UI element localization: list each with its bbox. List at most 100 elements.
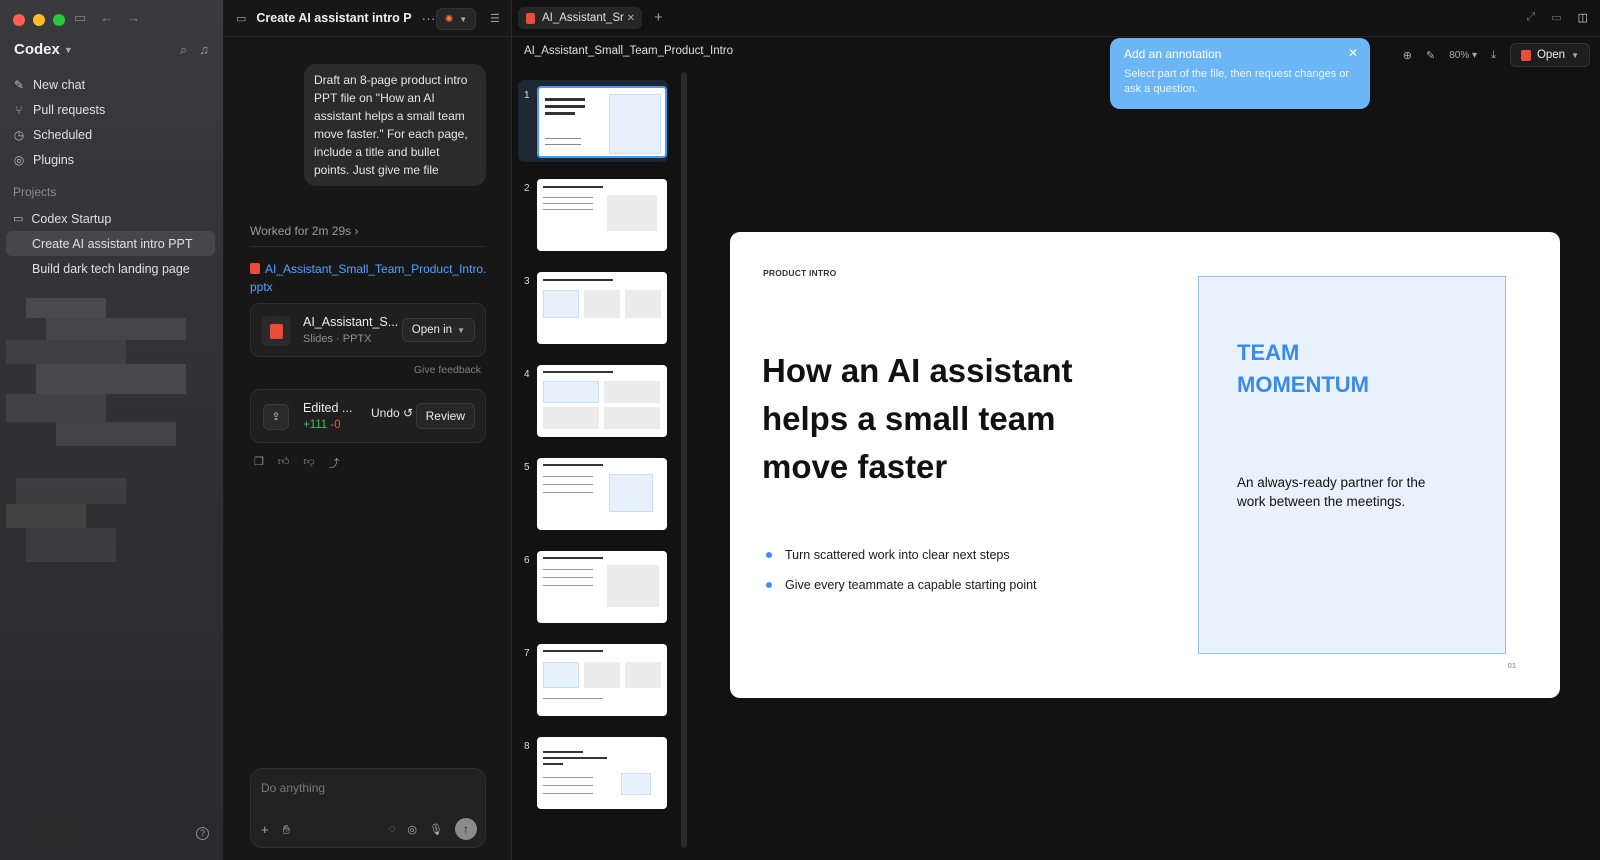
undo-button[interactable]: Undo ↺ [371,406,413,420]
redacted-area [6,298,186,568]
slide-page-number: 01 [1507,661,1516,670]
sidebar-item-new-chat[interactable]: ✎ New chat [6,72,215,97]
thumbnail-item[interactable]: 8 [518,731,668,813]
open-in-button[interactable]: Open in ▼ [401,318,475,342]
share-icon[interactable]: ⤴ [329,455,340,471]
project-folder[interactable]: ▭ Codex Startup [6,206,215,231]
projects-heading: Projects [13,185,57,199]
review-button[interactable]: Review [415,403,475,429]
file-icon [526,12,535,24]
slide-thumbnail [537,365,667,437]
thumbnail-item[interactable]: 3 [518,266,668,348]
slide-1[interactable]: PRODUCT INTRO How an AI assistant helps … [730,232,1560,698]
diff-stats: +111 -0 [303,419,341,431]
app-icon [1520,49,1531,61]
thumbs-down-icon[interactable]: 👎︎ [303,455,314,471]
workspace-switcher[interactable]: Codex ▼ [14,41,73,58]
minimize-window-button[interactable] [33,14,45,26]
more-options-icon[interactable]: ··· [422,10,436,26]
tooltip-body: Select part of the file, then request ch… [1124,68,1350,95]
help-icon[interactable]: ? [196,827,209,840]
bullet-item: Turn scattered work into clear next step… [766,540,1037,570]
zoom-window-button[interactable] [53,14,65,26]
send-button[interactable]: ↑ [455,818,477,840]
redacted-user [22,826,82,836]
bullet-item: Give every teammate a capable starting p… [766,570,1037,600]
thumbnail-item[interactable]: 5 [518,452,668,534]
sidebar-top-icons: ▭ ← → [74,10,140,26]
bullet-dot [766,582,772,588]
sidebar-item-pull-requests[interactable]: ⑂ Pull requests [6,97,215,122]
bullet-text: Give every teammate a capable starting p… [785,578,1037,592]
panel-icon[interactable]: ▭ [1551,11,1561,24]
add-icon[interactable]: + [261,822,269,838]
settings-icon[interactable]: ◎ [407,823,417,836]
forward-arrow-icon[interactable]: → [127,10,140,26]
thumbnails-scrollbar[interactable] [681,72,687,848]
copy-icon[interactable]: ❐ [254,455,264,471]
compose-icon: ✎ [13,77,25,92]
close-icon[interactable]: ✕ [1348,46,1358,60]
chat-panel: ▭ Create AI assistant intro P ··· ✺ ▼ ☰ D… [224,0,512,860]
split-view-icon[interactable]: ◫ [1578,11,1588,24]
pull-request-icon: ⑂ [15,102,23,117]
back-arrow-icon[interactable]: ← [100,10,113,26]
comment-icon[interactable]: ✎ [1426,49,1435,62]
file-link[interactable]: AI_Assistant_Small_Team_Product_Intro.pp… [250,260,490,296]
file-icon [250,263,260,274]
sidebar-item-scheduled[interactable]: ◷ Scheduled [6,122,215,147]
slide-thumbnail [537,272,667,344]
thumbnail-item[interactable]: 6 [518,545,668,627]
close-window-button[interactable] [13,14,25,26]
open-button[interactable]: Open ▼ [1509,43,1590,67]
annotation-tooltip: Add an annotation Select part of the fil… [1110,38,1370,109]
model-selector[interactable]: ✺ ▼ [436,8,476,30]
slide-thumbnail [537,86,667,158]
thumbnail-item[interactable]: 2 [518,173,668,255]
slide-thumbnail [537,179,667,251]
give-feedback-link[interactable]: Give feedback [414,364,481,376]
brand-name: Codex [14,41,60,58]
chat-title[interactable]: Create AI assistant intro P [256,11,411,25]
thumbnail-number: 8 [524,741,530,752]
composer-tools: + ✋︎ [261,822,290,838]
hand-icon[interactable]: ✋︎ [283,822,290,838]
edit-card: ⇪ Edited ... +111 -0 Undo ↺ Review [250,389,486,443]
expand-icon[interactable]: ⤢ [1526,11,1535,24]
bell-icon[interactable]: ♫ [199,42,209,58]
close-icon[interactable]: ✕ [627,13,635,24]
tab-file[interactable]: AI_Assistant_Sr ✕ [518,7,642,29]
search-icon[interactable]: ⌕ [180,42,187,58]
thumbnail-number: 4 [524,369,530,380]
sidebar-nav: ✎ New chat ⑂ Pull requests ◷ Scheduled ◎ Plu… [6,72,215,172]
thumbnail-item[interactable]: 4 [518,359,668,441]
file-card[interactable]: AI_Assistant_S... Slides · PPTX Open in ▼ [250,303,486,357]
tooltip-title: Add an annotation [1124,47,1222,61]
slide-canvas: PRODUCT INTRO How an AI assistant helps … [688,70,1600,860]
download-icon[interactable]: ⤓ [1491,49,1496,62]
thumbs-up-icon[interactable]: 👍︎ [278,455,290,471]
sidebar-item-plugins[interactable]: ◎ Plugins [6,147,215,172]
microphone-icon[interactable]: 🎙︎ [429,823,443,836]
model-icon: ✺ [444,13,454,25]
project-chat-item[interactable]: Create AI assistant intro PPT [6,231,215,256]
chevron-down-icon: ▼ [457,325,465,335]
thumbnail-item[interactable]: 1 [518,80,668,162]
composer[interactable]: Do anything + ✋︎ ◌ ◎ 🎙︎ ↑ [250,768,486,848]
composer-input[interactable]: Do anything [261,781,325,795]
thumbnail-item[interactable]: 7 [518,638,668,720]
slide-thumbnails: 1 2 3 4 5 6 7 8 [512,72,682,860]
new-tab-button[interactable]: + [654,9,663,26]
panel-text: An always-ready partner for the work bet… [1237,475,1426,509]
window-controls [13,14,65,26]
toggle-sidebar-icon[interactable]: ▭ [74,10,86,26]
project-chat-item[interactable]: Build dark tech landing page [6,256,215,281]
zoom-selector[interactable]: 80% ▾ [1449,50,1477,61]
open-in-label: Open in [411,324,453,336]
slide-eyebrow: PRODUCT INTRO [763,268,837,278]
worked-duration[interactable]: Worked for 2m 29s › [250,224,359,238]
task-list-icon[interactable]: ☰ [490,12,500,25]
thumbnail-number: 1 [524,90,530,101]
annotate-icon[interactable]: ⊕ [1403,49,1412,62]
chat-list-icon[interactable]: ▭ [236,12,246,25]
